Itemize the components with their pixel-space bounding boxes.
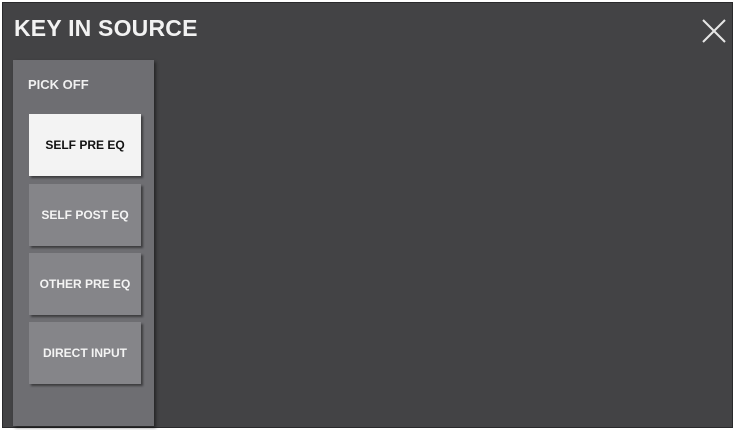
close-icon [702, 19, 726, 43]
option-self-post-eq[interactable]: SELF POST EQ [29, 184, 141, 246]
option-label: DIRECT INPUT [43, 346, 127, 360]
pick-off-label: PICK OFF [28, 77, 89, 92]
dialog-title: KEY IN SOURCE [14, 15, 198, 41]
option-self-pre-eq[interactable]: SELF PRE EQ [29, 114, 141, 176]
option-direct-input[interactable]: DIRECT INPUT [29, 322, 141, 384]
key-in-source-dialog: KEY IN SOURCE PICK OFF SELF PRE EQ SELF … [2, 2, 733, 428]
option-label: OTHER PRE EQ [39, 277, 131, 291]
pick-off-panel: PICK OFF SELF PRE EQ SELF POST EQ OTHER … [13, 60, 154, 426]
option-label: SELF PRE EQ [45, 138, 125, 152]
close-button[interactable] [701, 18, 727, 44]
option-label: SELF POST EQ [41, 208, 129, 222]
option-other-pre-eq[interactable]: OTHER PRE EQ [29, 253, 141, 315]
